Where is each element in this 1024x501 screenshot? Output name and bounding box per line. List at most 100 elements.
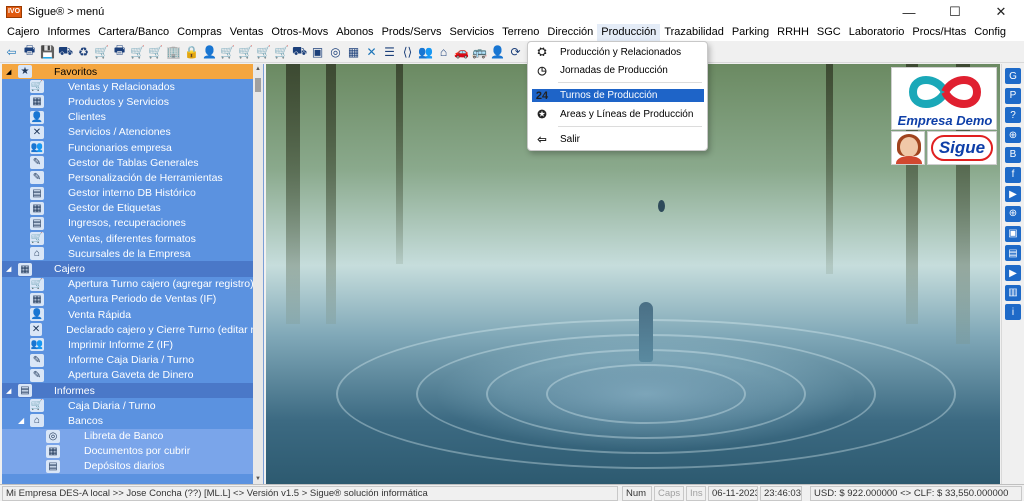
tree-item-servicios-atenciones[interactable]: ✕ Servicios / Atenciones: [2, 125, 254, 140]
truck2-icon[interactable]: ⛟: [291, 43, 308, 61]
disk-icon[interactable]: 💾: [39, 43, 56, 61]
menu-compras[interactable]: Compras: [173, 24, 226, 41]
menu-direccion[interactable]: Dirección: [543, 24, 597, 41]
box-icon[interactable]: ▣: [309, 43, 326, 61]
collapse-icon[interactable]: ◢: [18, 416, 24, 425]
tree-scrollbar[interactable]: ▲ ▼: [253, 64, 263, 484]
person2-icon[interactable]: 👤: [489, 43, 506, 61]
facebook-icon[interactable]: f: [1005, 166, 1021, 183]
menu-prods-servs[interactable]: Prods/Servs: [378, 24, 446, 41]
lock-icon[interactable]: 🔒: [183, 43, 200, 61]
tree-item-depositos-diarios[interactable]: ▤ Depósitos diarios: [2, 458, 254, 475]
globe-icon[interactable]: ⊕: [1005, 127, 1021, 144]
dropdown-item-salir[interactable]: ⇦ Salir: [532, 133, 704, 146]
tree-group-favoritos[interactable]: ◢ ★ Favoritos: [2, 64, 254, 80]
printer-icon[interactable]: ▣: [1005, 225, 1021, 242]
tree-item-clientes[interactable]: 👤 Clientes: [2, 110, 254, 125]
google-icon[interactable]: G: [1005, 68, 1021, 84]
list-icon[interactable]: ▥: [1005, 284, 1021, 301]
cart6-icon[interactable]: 🛒: [255, 43, 272, 61]
menu-cajero[interactable]: Cajero: [3, 24, 43, 41]
tree-item-gestor-de-tablas-generales[interactable]: ✎ Gestor de Tablas Generales: [2, 155, 254, 170]
building-icon[interactable]: 🏢: [165, 43, 182, 61]
collapse-icon[interactable]: ◢: [6, 68, 16, 76]
dropdown-item-produccion-y-relacionados[interactable]: ⛭ Producción y Relacionados: [532, 46, 704, 59]
tree-item-apertura-periodo-de-ventas-if[interactable]: ▦ Apertura Periodo de Ventas (IF): [2, 292, 254, 307]
dropdown-item-turnos-de-produccion[interactable]: 24 Turnos de Producción: [532, 89, 704, 102]
maximize-button[interactable]: ☐: [932, 0, 978, 24]
back-icon[interactable]: ⇦: [3, 43, 20, 61]
menu-servicios[interactable]: Servicios: [445, 24, 498, 41]
info-icon[interactable]: i: [1005, 304, 1021, 321]
printer2-icon[interactable]: 🖶: [111, 43, 128, 61]
bus-icon[interactable]: 🚌: [471, 43, 488, 61]
menu-sgc[interactable]: SGC: [813, 24, 845, 41]
tree-item-apertura-turno-cajero-agregar-registro[interactable]: 🛒 Apertura Turno cajero (agregar registro…: [2, 277, 254, 292]
menu-produccion[interactable]: Producción: [597, 24, 661, 41]
menu-otros-movs[interactable]: Otros-Movs: [267, 24, 332, 41]
cart-icon[interactable]: 🛒: [93, 43, 110, 61]
tree-item-venta-rapida[interactable]: 👤 Venta Rápida: [2, 307, 254, 322]
users-icon[interactable]: 👥: [417, 43, 434, 61]
tree-item-apertura-gaveta-de-dinero[interactable]: ✎ Apertura Gaveta de Dinero: [2, 368, 254, 383]
parking-icon[interactable]: P: [1005, 87, 1021, 104]
truck-icon[interactable]: ⛟: [57, 43, 74, 61]
car-icon[interactable]: 🚗: [453, 43, 470, 61]
collapse-icon[interactable]: ◢: [6, 387, 16, 395]
cart7-icon[interactable]: 🛒: [273, 43, 290, 61]
tree-item-declarado-cajero-y-cierre-turno-editar-r[interactable]: ✕ Declarado cajero y Cierre Turno (editar…: [2, 322, 254, 337]
coins-icon[interactable]: ◎: [327, 43, 344, 61]
cart5-icon[interactable]: 🛒: [237, 43, 254, 61]
menu-ventas[interactable]: Ventas: [226, 24, 268, 41]
help-icon[interactable]: ?: [1005, 107, 1021, 124]
list-icon[interactable]: ☰: [381, 43, 398, 61]
minimize-button[interactable]: —: [886, 0, 932, 24]
tree-group-informes[interactable]: ◢ ▤ Informes: [2, 382, 254, 399]
tree-item-ventas-diferentes-formatos[interactable]: 🛒 Ventas, diferentes formatos: [2, 231, 254, 246]
globe2-icon[interactable]: ⊕: [1005, 205, 1021, 222]
tree-item-libreta-de-banco[interactable]: ◎ Libreta de Banco: [2, 428, 254, 444]
tree-item-caja-diaria-turno[interactable]: 🛒 Caja Diaria / Turno: [2, 398, 254, 413]
tree-item-sucursales-de-la-empresa[interactable]: ⌂ Sucursales de la Empresa: [2, 246, 254, 261]
doc-icon[interactable]: ▤: [1005, 245, 1021, 262]
scrollbar-thumb[interactable]: [255, 78, 261, 92]
play2-icon[interactable]: ▶: [1005, 265, 1021, 281]
menu-config[interactable]: Config: [970, 24, 1010, 41]
tree-item-funcionarios-empresa[interactable]: 👥 Funcionarios empresa: [2, 140, 254, 155]
tree-subgroup-bancos[interactable]: ◢ ⌂ Bancos: [2, 413, 254, 428]
b-icon[interactable]: B: [1005, 146, 1021, 163]
recycle-icon[interactable]: ♻: [75, 43, 92, 61]
cart4-icon[interactable]: 🛒: [219, 43, 236, 61]
menu-terreno[interactable]: Terreno: [498, 24, 543, 41]
menu-trazabilidad[interactable]: Trazabilidad: [660, 24, 728, 41]
menu-procs-htas[interactable]: Procs/Htas: [908, 24, 970, 41]
tree-item-documentos-por-cubrir[interactable]: ▦ Documentos por cubrir: [2, 443, 254, 459]
menu-informes[interactable]: Informes: [43, 24, 94, 41]
sync-icon[interactable]: ⟳: [507, 43, 524, 61]
chart-icon[interactable]: ▦: [345, 43, 362, 61]
play-icon[interactable]: ▶: [1005, 186, 1021, 203]
menu-abonos[interactable]: Abonos: [332, 24, 377, 41]
tree-item-productos-y-servicios[interactable]: ▦ Productos y Servicios: [2, 94, 254, 109]
cart2-icon[interactable]: 🛒: [129, 43, 146, 61]
cart3-icon[interactable]: 🛒: [147, 43, 164, 61]
home-icon[interactable]: ⌂: [435, 43, 452, 61]
tree-item-personalizacion-de-herramientas[interactable]: ✎ Personalización de Herramientas: [2, 170, 254, 185]
tree-item-informe-caja-diaria-turno[interactable]: ✎ Informe Caja Diaria / Turno: [2, 353, 254, 368]
menu-cartera-banco[interactable]: Cartera/Banco: [94, 24, 173, 41]
menu-laboratorio[interactable]: Laboratorio: [845, 24, 909, 41]
collapse-icon[interactable]: ◢: [6, 265, 16, 273]
dropdown-item-areas-y-lineas-de-produccion[interactable]: ✪ Areas y Líneas de Producción: [532, 108, 704, 121]
tools-icon[interactable]: ✕: [363, 43, 380, 61]
scroll-down-icon[interactable]: ▼: [253, 474, 263, 484]
tree-item-ingresos-recuperaciones[interactable]: ▤ Ingresos, recuperaciones: [2, 216, 254, 231]
close-button[interactable]: ✕: [978, 0, 1024, 24]
person-icon[interactable]: 👤: [201, 43, 218, 61]
printer-icon[interactable]: 🖶: [21, 43, 38, 61]
tree-item-gestor-de-etiquetas[interactable]: ▦ Gestor de Etiquetas: [2, 201, 254, 216]
scroll-up-icon[interactable]: ▲: [253, 64, 263, 74]
tree-item-ventas-y-relacionados[interactable]: 🛒 Ventas y Relacionados: [2, 79, 254, 94]
menu-rrhh[interactable]: RRHH: [773, 24, 813, 41]
tree-group-cajero[interactable]: ◢ ▦ Cajero: [2, 261, 254, 277]
tree-item-gestor-interno-db-historico[interactable]: ▤ Gestor interno DB Histórico: [2, 186, 254, 201]
